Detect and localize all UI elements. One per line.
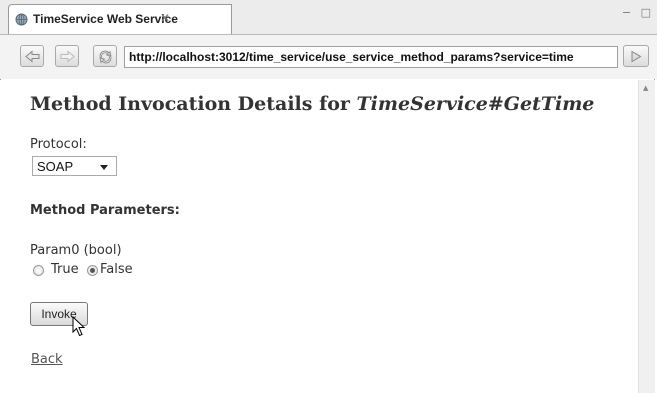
tab-timeservice[interactable]: TimeService Web Service ✕ xyxy=(8,4,232,34)
address-bar[interactable]: http://localhost:3012/time_service/use_s… xyxy=(124,46,618,68)
tab-title: TimeService Web Service xyxy=(33,12,178,26)
scroll-up-icon[interactable]: ▲ xyxy=(643,84,648,92)
radio-false-label: False xyxy=(100,262,133,277)
go-button[interactable] xyxy=(623,45,649,67)
back-arrow-icon xyxy=(25,50,40,63)
minimize-icon[interactable]: − xyxy=(622,6,631,19)
page-title: Method Invocation Details for TimeServic… xyxy=(30,93,595,115)
radio-false[interactable] xyxy=(87,265,98,276)
vertical-scrollbar[interactable]: ▲ xyxy=(638,80,655,393)
mouse-cursor-icon xyxy=(72,316,86,337)
method-parameters-heading: Method Parameters: xyxy=(30,203,180,218)
globe-icon xyxy=(15,13,28,26)
back-link[interactable]: Back xyxy=(31,352,63,367)
maximize-icon[interactable]: □ xyxy=(641,6,651,19)
back-button[interactable] xyxy=(20,45,44,67)
param0-label: Param0 (bool) xyxy=(30,243,122,258)
tab-bar: TimeService Web Service ✕ − □ xyxy=(0,0,657,35)
forward-arrow-icon xyxy=(60,50,75,63)
close-icon[interactable]: ✕ xyxy=(160,11,170,25)
go-arrow-icon xyxy=(631,50,642,63)
window-controls: − □ xyxy=(616,6,651,19)
forward-button[interactable] xyxy=(55,45,79,67)
protocol-label: Protocol: xyxy=(30,137,87,152)
page-content: Method Invocation Details for TimeServic… xyxy=(0,80,638,393)
browser-toolbar: http://localhost:3012/time_service/use_s… xyxy=(0,35,657,79)
protocol-select[interactable]: SOAP xyxy=(32,156,117,176)
refresh-icon xyxy=(99,50,112,64)
refresh-button[interactable] xyxy=(93,45,117,67)
protocol-value: SOAP xyxy=(37,159,74,174)
radio-true[interactable] xyxy=(33,265,44,276)
url-text: http://localhost:3012/time_service/use_s… xyxy=(129,50,574,64)
radio-true-label: True xyxy=(51,262,79,277)
chevron-down-icon xyxy=(100,165,108,170)
